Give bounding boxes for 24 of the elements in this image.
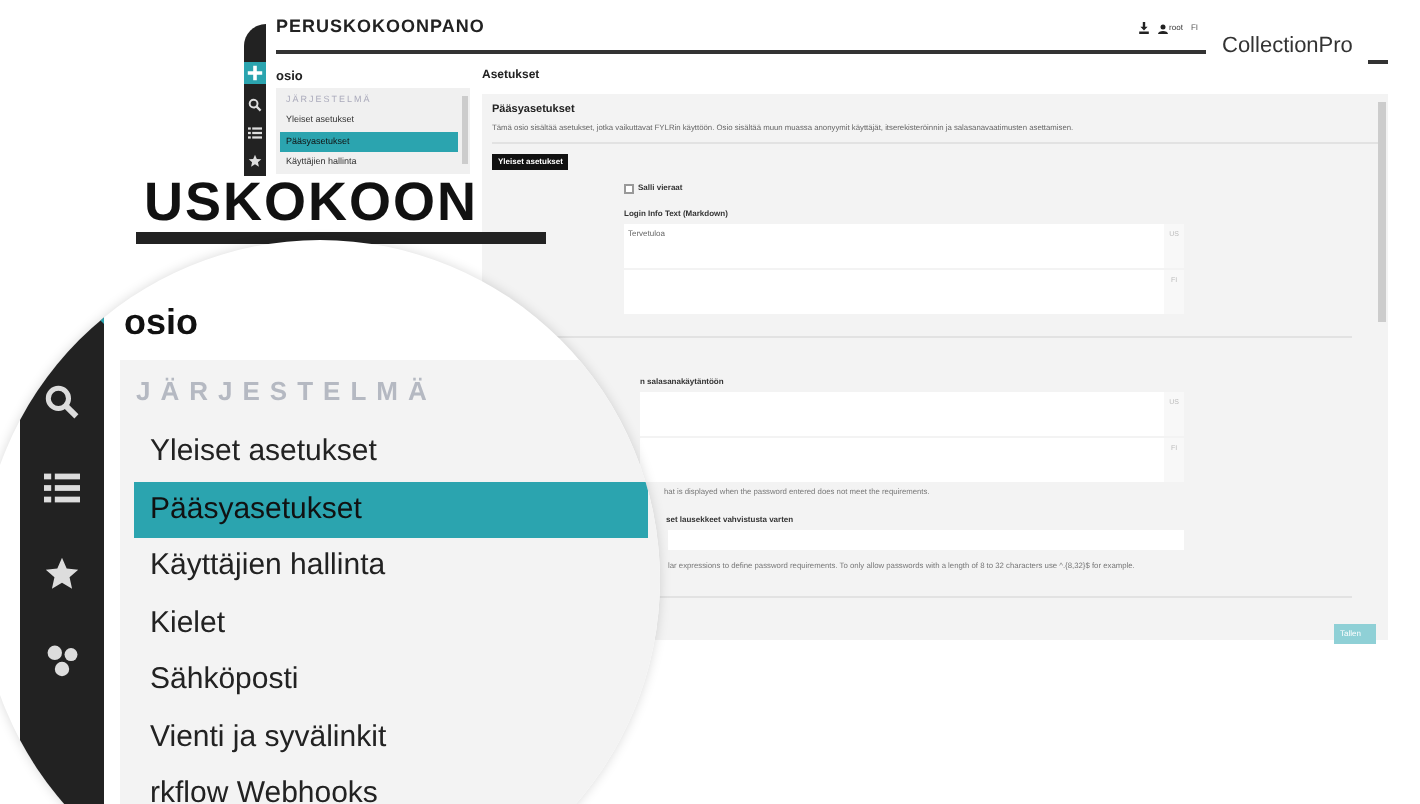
- sidebar-item[interactable]: rkflow Webhooks: [134, 766, 648, 804]
- cluster-icon[interactable]: [44, 642, 80, 678]
- sidebar-item[interactable]: Pääsyasetukset: [134, 481, 648, 538]
- download-icon[interactable]: [1137, 22, 1150, 34]
- sidebar-item[interactable]: Kielet: [134, 595, 648, 652]
- sidebar-item[interactable]: Vienti ja syvälinkit: [134, 709, 648, 766]
- list-icon[interactable]: [44, 470, 80, 506]
- search-icon[interactable]: [44, 384, 80, 420]
- sidebar-item[interactable]: Yleiset asetukset: [134, 424, 648, 481]
- sidebar-item[interactable]: Käyttäjien hallinta: [134, 538, 648, 595]
- group-heading: JÄRJESTELMÄ: [134, 374, 437, 410]
- brand-name: CollectionPro: [1222, 31, 1353, 61]
- section-title: osio: [122, 300, 201, 346]
- magnified-page-title: USKOKOON: [144, 176, 479, 230]
- scrollbar[interactable]: [1378, 102, 1387, 322]
- page-title: PERUSKOKOONPANO: [276, 14, 485, 41]
- search-icon[interactable]: [248, 98, 262, 112]
- add-button[interactable]: [244, 62, 266, 84]
- sidebar-item[interactable]: Sähköposti: [134, 652, 648, 709]
- star-icon[interactable]: [44, 556, 80, 592]
- star-icon[interactable]: [248, 154, 262, 168]
- scrollbar[interactable]: [462, 96, 468, 164]
- guest-checkbox[interactable]: [624, 183, 634, 194]
- list-icon[interactable]: [248, 126, 262, 140]
